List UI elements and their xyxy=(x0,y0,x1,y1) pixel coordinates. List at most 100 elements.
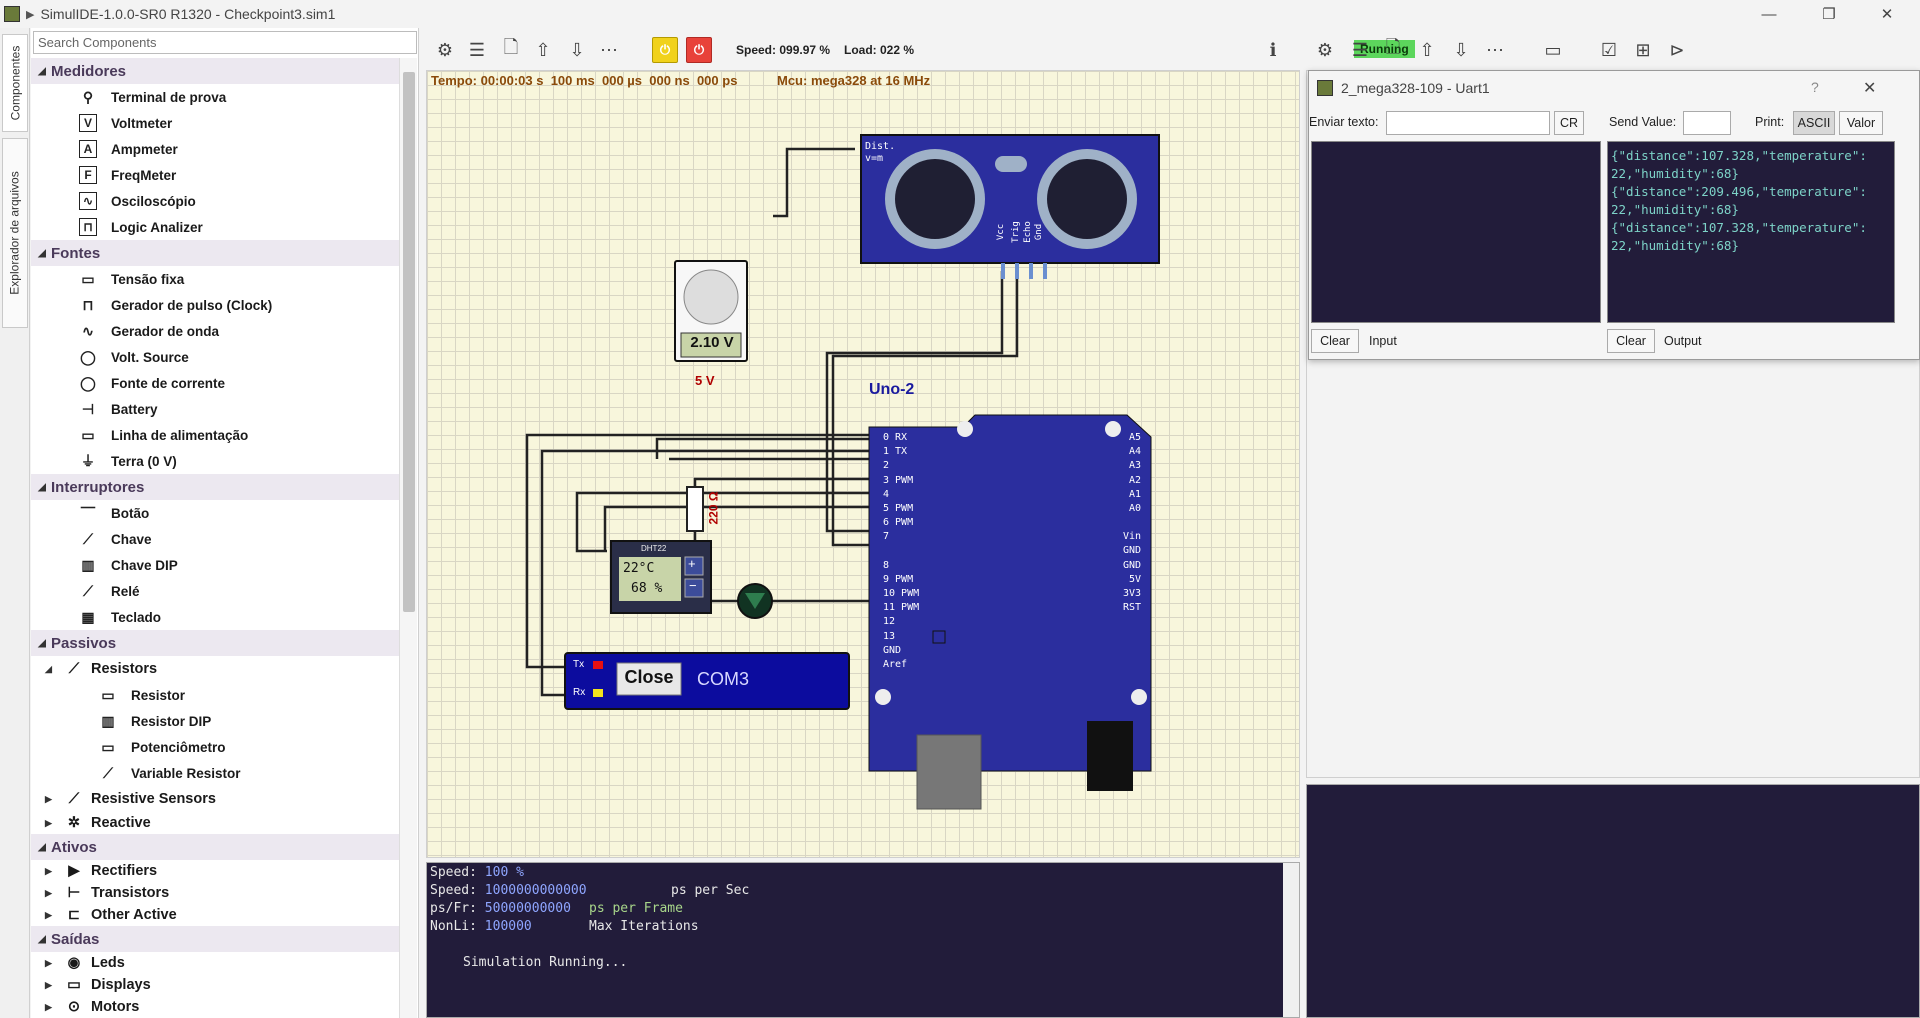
sensor-label-dist: Dist. xyxy=(865,141,896,152)
tab-explorador[interactable]: Explorador de arquivos xyxy=(2,138,28,328)
value-button[interactable]: Valor xyxy=(1839,111,1883,135)
new-file-icon[interactable]: 🗋 xyxy=(498,37,524,63)
battery-icon: ⊣ xyxy=(81,400,95,417)
category-interruptores[interactable]: ◢ Interruptores xyxy=(31,474,399,500)
dht-temp: 22°C xyxy=(623,561,655,576)
collapsed-arrow-icon: ▶ xyxy=(45,817,52,828)
component-item[interactable]: ▭ Resistor xyxy=(31,682,399,708)
category-ativos[interactable]: ◢ Ativos xyxy=(31,834,399,860)
ascii-button[interactable]: ASCII xyxy=(1793,111,1835,135)
debug-icon[interactable]: ⊳ xyxy=(1664,37,1690,63)
list-icon[interactable]: ☰ xyxy=(464,37,490,63)
component-item[interactable]: ⚲ Terminal de prova xyxy=(31,84,399,110)
chip-icon[interactable]: ⊞ xyxy=(1630,37,1656,63)
component-item[interactable]: A Ampmeter xyxy=(31,136,399,162)
component-item[interactable]: F FreqMeter xyxy=(31,162,399,188)
variable-resistor-icon: ⟋ xyxy=(103,764,113,781)
component-label: Tensão fixa xyxy=(111,271,185,287)
component-item[interactable]: ⊓ Logic Analizer xyxy=(31,214,399,240)
info-icon[interactable]: ℹ xyxy=(1260,37,1286,63)
subcategory-other-active[interactable]: ▶ ⊏ Other Active xyxy=(31,904,399,926)
cr-button[interactable]: CR xyxy=(1554,111,1584,135)
subcategory-rectifiers[interactable]: ▶ ▶ Rectifiers xyxy=(31,860,399,882)
send-value-input[interactable] xyxy=(1683,111,1731,135)
uart-close-button[interactable]: ✕ xyxy=(1863,78,1876,98)
collapsed-arrow-icon: ▶ xyxy=(45,793,52,804)
save-icon[interactable]: ⇩ xyxy=(564,37,590,63)
open-folder-icon[interactable]: ⇧ xyxy=(530,37,556,63)
open-folder-icon[interactable]: ⇧ xyxy=(1414,37,1440,63)
close-window-button[interactable]: ✕ xyxy=(1864,0,1910,28)
subcategory-leds[interactable]: ▶ ◉ Leds xyxy=(31,952,399,974)
component-item[interactable]: ⏚ Terra (0 V) xyxy=(31,448,399,474)
minimize-button[interactable]: — xyxy=(1746,0,1792,28)
search-input[interactable]: Search Components xyxy=(33,31,417,54)
component-item[interactable]: ⊓ Gerador de pulso (Clock) xyxy=(31,292,399,318)
save-as-icon[interactable]: ⋯ xyxy=(1482,37,1508,63)
component-item[interactable]: ▭ Potenciômetro xyxy=(31,734,399,760)
subcategory-transistors[interactable]: ▶ ⊢ Transistors xyxy=(31,882,399,904)
scrollbar-thumb[interactable] xyxy=(403,72,415,612)
new-file-icon[interactable]: 🗋 xyxy=(1380,37,1406,63)
pause-button[interactable]: ⏻ xyxy=(652,37,678,63)
component-item[interactable]: ▥ Resistor DIP xyxy=(31,708,399,734)
component-item[interactable]: ◯ Volt. Source xyxy=(31,344,399,370)
checkbox-icon[interactable]: ☑ xyxy=(1596,37,1622,63)
clear-output-button[interactable]: Clear xyxy=(1607,329,1655,353)
pin-label: 0 RX xyxy=(883,432,908,443)
component-item[interactable]: ⊣ Battery xyxy=(31,396,399,422)
category-saidas[interactable]: ◢ Saídas xyxy=(31,926,399,952)
settings-gear-icon[interactable]: ⚙ xyxy=(1312,37,1338,63)
save-as-icon[interactable]: ⋯ xyxy=(596,37,622,63)
category-label: Fontes xyxy=(51,244,101,262)
category-fontes[interactable]: ◢ Fontes xyxy=(31,240,399,266)
component-item[interactable]: ⟋ Variable Resistor xyxy=(31,760,399,786)
plus-icon[interactable]: + xyxy=(688,556,696,571)
send-text-label: Enviar texto: xyxy=(1309,115,1379,129)
expand-arrow-icon: ◢ xyxy=(38,637,46,649)
subcategory-resistors[interactable]: ◢ ⟋ Resistors xyxy=(31,656,399,682)
clear-input-button[interactable]: Clear xyxy=(1311,329,1359,353)
tab-componentes[interactable]: Componentes xyxy=(2,34,28,132)
send-text-input[interactable] xyxy=(1386,111,1550,135)
save-icon[interactable]: ⇩ xyxy=(1448,37,1474,63)
resistors-icon: ⟋ xyxy=(68,661,80,677)
reactive-icon: ✲ xyxy=(67,815,81,831)
ultrasonic-sensor[interactable] xyxy=(860,134,1160,279)
subcategory-reactive[interactable]: ▶ ✲ Reactive xyxy=(31,812,399,834)
stop-button[interactable]: ⏻ xyxy=(686,37,712,63)
component-item[interactable]: ▭ Linha de alimentação xyxy=(31,422,399,448)
component-item[interactable]: ⟋ Relé xyxy=(31,578,399,604)
category-medidores[interactable]: ◢ Medidores xyxy=(31,58,399,84)
subcategory-motors[interactable]: ▶ ⊙ Motors xyxy=(31,996,399,1018)
component-item[interactable]: V Voltmeter xyxy=(31,110,399,136)
component-label: FreqMeter xyxy=(111,167,177,183)
component-item[interactable]: ∿ Osciloscópio xyxy=(31,188,399,214)
component-item[interactable]: ∿ Gerador de onda xyxy=(31,318,399,344)
uart-input-terminal[interactable] xyxy=(1311,141,1601,323)
uart-output-terminal[interactable]: {"distance":107.328,"temperature": 22,"h… xyxy=(1607,141,1895,323)
image-icon[interactable]: ▭ xyxy=(1540,37,1566,63)
console-scrollbar[interactable] xyxy=(1283,863,1299,1017)
component-item[interactable]: ▦ Teclado xyxy=(31,604,399,630)
serial-close-button[interactable]: Close xyxy=(617,667,681,688)
subcategory-resistive-sensors[interactable]: ▶ ⟋ Resistive Sensors xyxy=(31,786,399,812)
component-item[interactable]: ◯ Fonte de corrente xyxy=(31,370,399,396)
category-label: Medidores xyxy=(51,62,127,80)
minus-icon[interactable]: − xyxy=(689,578,697,593)
led[interactable] xyxy=(737,583,773,619)
settings-gear-icon[interactable]: ⚙ xyxy=(432,37,458,63)
circuit-canvas[interactable]: Tempo: 00:00:03 s 100 ms 000 µs 000 ns 0… xyxy=(426,70,1300,858)
resistive-sensors-icon: ⟋ xyxy=(68,791,80,807)
component-item[interactable]: ⎺ Botão xyxy=(31,500,399,526)
tree-scrollbar[interactable] xyxy=(399,58,417,1018)
component-item[interactable]: ⟋ Chave xyxy=(31,526,399,552)
maximize-button[interactable]: ❐ xyxy=(1806,0,1852,28)
help-button[interactable]: ? xyxy=(1811,79,1819,95)
subcategory-displays[interactable]: ▶ ▭ Displays xyxy=(31,974,399,996)
resistor[interactable] xyxy=(686,486,704,532)
component-item[interactable]: ▭ Tensão fixa xyxy=(31,266,399,292)
category-passivos[interactable]: ◢ Passivos xyxy=(31,630,399,656)
component-item[interactable]: ▥ Chave DIP xyxy=(31,552,399,578)
list-icon[interactable]: ☰ xyxy=(1347,37,1373,63)
